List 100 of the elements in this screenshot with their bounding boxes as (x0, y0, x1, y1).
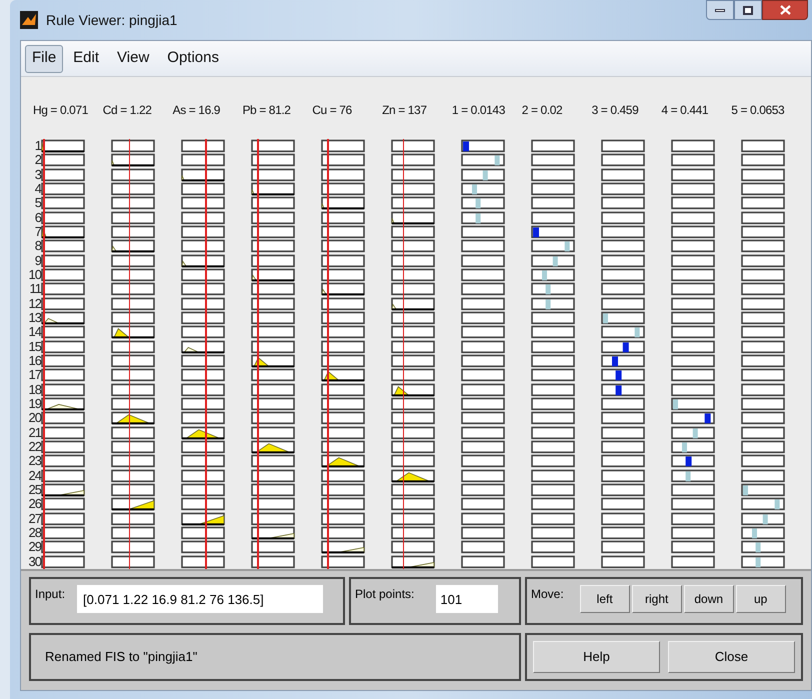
menu-item[interactable]: Edit (65, 44, 108, 72)
membership-plot (111, 554, 155, 569)
output-plot (741, 139, 785, 154)
rule-number: 2 (34, 153, 41, 168)
membership-plot (251, 426, 295, 440)
app-logo-icon (20, 11, 38, 29)
close-button[interactable] (762, 0, 808, 20)
output-plot (671, 454, 715, 469)
move-label: Move: (531, 586, 564, 603)
output-plot (461, 310, 505, 326)
membership-plot (111, 282, 155, 297)
output-plot (531, 139, 575, 154)
membership-plot (321, 168, 365, 182)
membership-plot (41, 382, 85, 397)
membership-plot (181, 340, 225, 354)
membership-plot (321, 268, 365, 282)
membership-plot (181, 182, 225, 196)
output-plot (531, 282, 575, 297)
output-plot (741, 468, 785, 483)
membership-plot (41, 340, 85, 354)
variable-label: 5 = 0.0653 (731, 102, 784, 119)
dialog-button[interactable]: Help (533, 641, 660, 673)
membership-plot (391, 254, 435, 268)
move-button[interactable]: up (736, 585, 786, 613)
membership-plot (41, 512, 85, 526)
input-field[interactable]: [0.071 1.22 16.9 81.2 76 136.5] (77, 585, 324, 613)
output-plot (741, 153, 785, 168)
membership-plot (391, 268, 435, 282)
output-plot (601, 168, 645, 182)
output-plot (461, 268, 505, 282)
membership-plot (251, 382, 295, 397)
output-plot (531, 254, 575, 268)
membership-plot (251, 254, 295, 268)
output-plot (601, 325, 645, 340)
output-plot (531, 310, 575, 326)
membership-plot (251, 296, 295, 311)
menu-item[interactable]: View (109, 44, 158, 72)
membership-plot (181, 254, 225, 268)
membership-plot (111, 440, 155, 454)
membership-plot (41, 426, 85, 440)
membership-plot (251, 396, 295, 412)
output-plot (531, 354, 575, 368)
output-plot (461, 182, 505, 196)
membership-plot (251, 340, 295, 354)
membership-plot (111, 268, 155, 282)
output-plot (461, 239, 505, 254)
membership-plot (41, 139, 85, 154)
membership-plot (251, 354, 295, 368)
output-plot (531, 468, 575, 483)
membership-plot (321, 440, 365, 454)
output-plot (461, 382, 505, 397)
output-plot (671, 426, 715, 440)
membership-plot (41, 468, 85, 483)
membership-plot (181, 153, 225, 168)
output-plot (461, 468, 505, 483)
membership-plot (321, 282, 365, 297)
membership-plot (181, 396, 225, 412)
plot-points-field[interactable]: 101 (436, 585, 498, 613)
membership-plot (251, 440, 295, 454)
output-plot (741, 426, 785, 440)
output-plot (671, 411, 715, 426)
membership-plot (181, 382, 225, 397)
output-plot (741, 497, 785, 512)
output-plot (671, 239, 715, 254)
output-plot (671, 282, 715, 297)
output-plot (741, 382, 785, 397)
variable-label: Pb = 81.2 (242, 102, 291, 119)
maximize-button[interactable] (734, 0, 762, 20)
output-plot (461, 296, 505, 311)
membership-plot (111, 411, 155, 426)
output-plot (461, 325, 505, 340)
membership-plot (321, 468, 365, 483)
output-plot (601, 482, 645, 498)
output-plot (601, 454, 645, 469)
output-plot (601, 340, 645, 354)
membership-plot (391, 153, 435, 168)
output-plot (461, 210, 505, 225)
rule-number: 10 (28, 268, 41, 282)
menu-item[interactable]: File (25, 44, 64, 72)
output-plot (601, 554, 645, 569)
output-plot (601, 254, 645, 268)
move-button[interactable]: left (580, 585, 630, 613)
membership-plot (181, 426, 225, 440)
output-plot (741, 340, 785, 354)
menu-item[interactable]: Options (159, 44, 227, 72)
move-button[interactable]: down (684, 585, 734, 613)
membership-plot (321, 310, 365, 326)
output-plot (531, 440, 575, 454)
move-button[interactable]: right (632, 585, 682, 613)
membership-plot (321, 239, 365, 254)
output-plot (671, 354, 715, 368)
output-plot (601, 139, 645, 154)
membership-plot (251, 454, 295, 469)
output-plot (671, 224, 715, 240)
output-plot (461, 168, 505, 182)
dialog-button[interactable]: Close (668, 641, 795, 673)
output-plot (741, 454, 785, 469)
minimize-button[interactable] (706, 0, 734, 20)
output-plot (741, 440, 785, 454)
membership-plot (111, 497, 155, 512)
